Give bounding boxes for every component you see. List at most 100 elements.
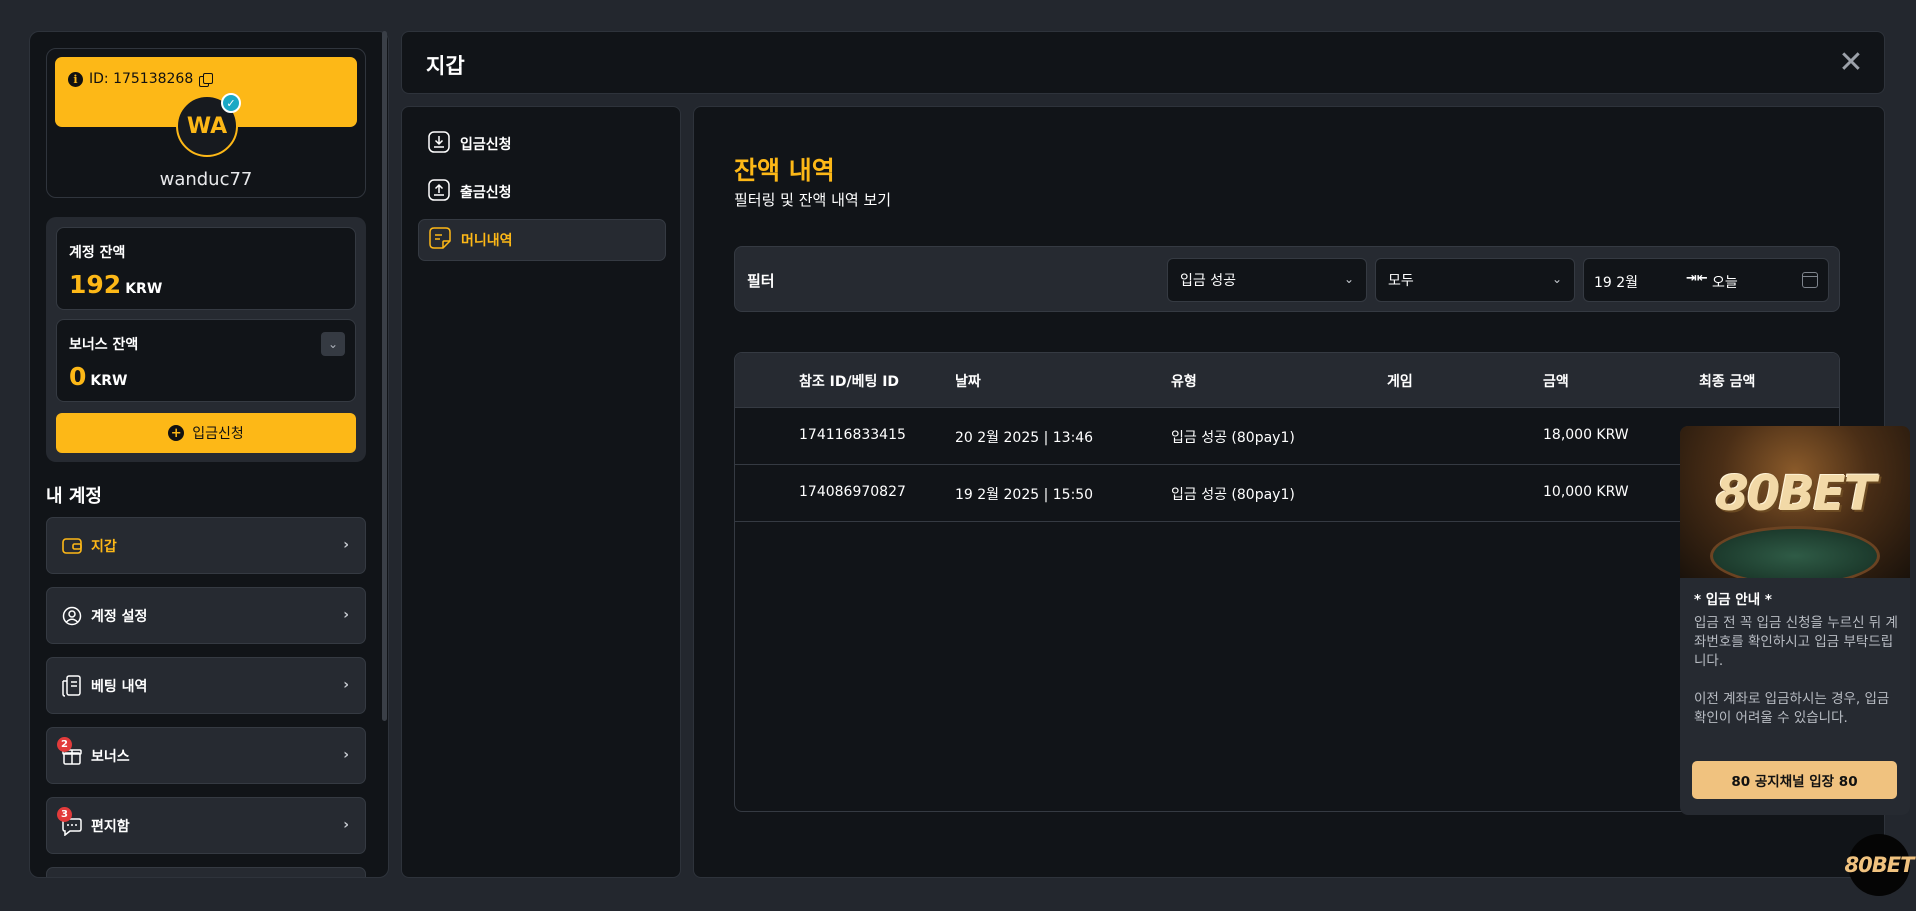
account-balance-label: 계정 잔액	[69, 245, 126, 261]
user-settings-icon	[61, 605, 83, 627]
cell-type: 입금 성공 (80pay1)	[1171, 487, 1295, 503]
date-range-picker[interactable]: 19 2월 ⇥⇤ 오늘	[1583, 258, 1829, 302]
nav-item-label: 출금신청	[460, 185, 512, 201]
receipt-icon	[61, 674, 83, 697]
bonus-balance-value: 0 KRW	[69, 362, 127, 391]
cell-amount: 18,000 KRW	[1543, 427, 1629, 443]
deposit-button[interactable]: + 입금신청	[56, 413, 356, 453]
wallet-nav: 입금신청 출금신청 머니내역	[401, 106, 681, 878]
section-title: 잔액 내역	[734, 156, 835, 185]
info-icon: i	[68, 71, 83, 87]
close-icon[interactable]: ✕	[1836, 48, 1866, 78]
section-subtitle: 필터링 및 잔액 내역 보기	[734, 191, 892, 209]
nav-item-money-history[interactable]: 머니내역	[418, 219, 666, 261]
bonus-balance-box: 보너스 잔액 ⌄ 0 KRW	[56, 319, 356, 402]
profile-id: i ID: 175138268	[68, 71, 214, 87]
calendar-icon[interactable]	[1802, 272, 1818, 288]
deposit-notice-popup: 80BET * 입금 안내 * 입금 전 꼭 입금 신청을 누르신 뒤 계좌번호…	[1680, 426, 1910, 815]
cell-amount: 10,000 KRW	[1543, 484, 1629, 500]
page-title: 지갑	[426, 54, 465, 78]
my-account-title: 내 계정	[46, 486, 102, 507]
nav-item-label: 머니내역	[461, 233, 513, 249]
menu-item-account-settings[interactable]: 계정 설정 ›	[46, 587, 366, 644]
bonus-balance-label: 보너스 잔액	[69, 337, 139, 353]
sidebar-scrollbar[interactable]	[382, 31, 387, 721]
promo-banner-image: 80BET	[1680, 426, 1910, 578]
history-table: 참조 ID/베팅 ID 날짜 유형 게임 금액 최종 금액 1741168334…	[734, 352, 1840, 812]
cell-type: 입금 성공 (80pay1)	[1171, 430, 1295, 446]
wallet-header: 지갑 ✕	[401, 31, 1885, 94]
menu-item-betting-history[interactable]: 베팅 내역 ›	[46, 657, 366, 714]
chevron-right-icon: ›	[343, 817, 349, 833]
table-header: 참조 ID/베팅 ID 날짜 유형 게임 금액 최종 금액	[735, 353, 1839, 408]
column-header: 참조 ID/베팅 ID	[799, 374, 900, 390]
chevron-right-icon: ›	[343, 747, 349, 763]
notice-channel-button[interactable]: 80 공지채널 입장 80	[1692, 761, 1897, 799]
chevron-down-icon: ⌄	[1551, 272, 1562, 286]
message-icon: 3	[57, 806, 83, 837]
profile-id-text: ID: 175138268	[89, 71, 194, 87]
copy-icon[interactable]	[199, 72, 214, 87]
gift-icon: 2	[57, 736, 83, 767]
nav-item-deposit[interactable]: 입금신청	[418, 123, 666, 165]
bonus-balance-currency: KRW	[90, 373, 128, 389]
casino-table-graphic	[1710, 526, 1880, 578]
document-icon	[429, 227, 451, 253]
nav-item-withdraw[interactable]: 출금신청	[418, 171, 666, 213]
plus-circle-icon: +	[168, 425, 185, 441]
verified-check-icon: ✓	[221, 93, 241, 113]
filter-bar: 필터 입금 성공 ⌄ 모두 ⌄ 19 2월 ⇥⇤ 오늘	[734, 246, 1840, 312]
column-header: 유형	[1171, 374, 1197, 390]
chevron-right-icon: ›	[343, 677, 349, 693]
balance-panel: 계정 잔액 192 KRW 보너스 잔액 ⌄ 0 KRW + 입금신청	[46, 217, 366, 462]
menu-item-label: 계정 설정	[91, 608, 148, 625]
menu-item-label: 편지함	[91, 818, 130, 835]
account-balance-box: 계정 잔액 192 KRW	[56, 227, 356, 310]
cell-date: 20 2월 2025 | 13:46	[955, 430, 1094, 446]
chevron-right-icon: ›	[343, 537, 349, 553]
date-to: 오늘	[1712, 275, 1738, 291]
brand-floating-button[interactable]: 80BET	[1845, 834, 1914, 896]
wallet-icon	[61, 535, 83, 557]
chevron-right-icon: ›	[343, 607, 349, 623]
cell-ref: 174116833415	[799, 427, 906, 443]
username: wanduc77	[159, 169, 253, 190]
column-header: 날짜	[955, 374, 981, 390]
chevron-down-icon[interactable]: ⌄	[321, 332, 345, 356]
range-arrows-icon: ⇥⇤	[1686, 271, 1708, 286]
menu-item-label: 베팅 내역	[91, 678, 148, 695]
brand-logo: 80BET	[1715, 466, 1877, 522]
notice-paragraph: 이전 계좌로 입금하시는 경우, 입금 확인이 어려울 수 있습니다.	[1694, 691, 1890, 726]
menu-item-inbox[interactable]: 3 편지함 ›	[46, 797, 366, 854]
menu-item-bonus[interactable]: 2 보너스 ›	[46, 727, 366, 784]
menu-item-label: 보너스	[91, 748, 130, 765]
deposit-button-label: 입금신청	[192, 426, 244, 442]
bonus-badge: 2	[57, 736, 72, 752]
upload-icon	[428, 179, 450, 205]
account-balance-currency: KRW	[125, 281, 163, 297]
table-row[interactable]: 174116833415 20 2월 2025 | 13:46 입금 성공 (8…	[735, 408, 1839, 465]
date-from: 19 2월	[1594, 275, 1639, 291]
account-sidebar: i ID: 175138268 WA ✓ wanduc77 계정 잔액 192 …	[29, 31, 389, 878]
menu-item-more[interactable]	[46, 867, 366, 877]
type-select-value: 입금 성공	[1180, 273, 1236, 289]
notice-heading: * 입금 안내 *	[1694, 592, 1772, 608]
menu-item-label: 지갑	[91, 538, 117, 555]
notice-paragraph: 입금 전 꼭 입금 신청을 누르신 뒤 계좌번호를 확인하시고 입금 부탁드립니…	[1694, 615, 1898, 669]
cell-ref: 174086970827	[799, 484, 906, 500]
nav-item-label: 입금신청	[460, 137, 512, 153]
column-header: 게임	[1387, 374, 1413, 390]
inbox-badge: 3	[57, 806, 72, 822]
account-balance-value: 192 KRW	[69, 270, 162, 299]
notice-text: * 입금 안내 * 입금 전 꼭 입금 신청을 누르신 뒤 계좌번호를 확인하시…	[1694, 591, 1899, 728]
column-header: 금액	[1543, 374, 1569, 390]
status-select[interactable]: 모두 ⌄	[1375, 258, 1575, 302]
menu-item-wallet[interactable]: 지갑 ›	[46, 517, 366, 574]
type-select[interactable]: 입금 성공 ⌄	[1167, 258, 1367, 302]
status-select-value: 모두	[1388, 273, 1414, 289]
column-header: 최종 금액	[1699, 374, 1756, 390]
download-icon	[428, 131, 450, 157]
bonus-balance-amount: 0	[69, 362, 87, 391]
filter-label: 필터	[747, 272, 775, 290]
table-row[interactable]: 174086970827 19 2월 2025 | 15:50 입금 성공 (8…	[735, 465, 1839, 522]
